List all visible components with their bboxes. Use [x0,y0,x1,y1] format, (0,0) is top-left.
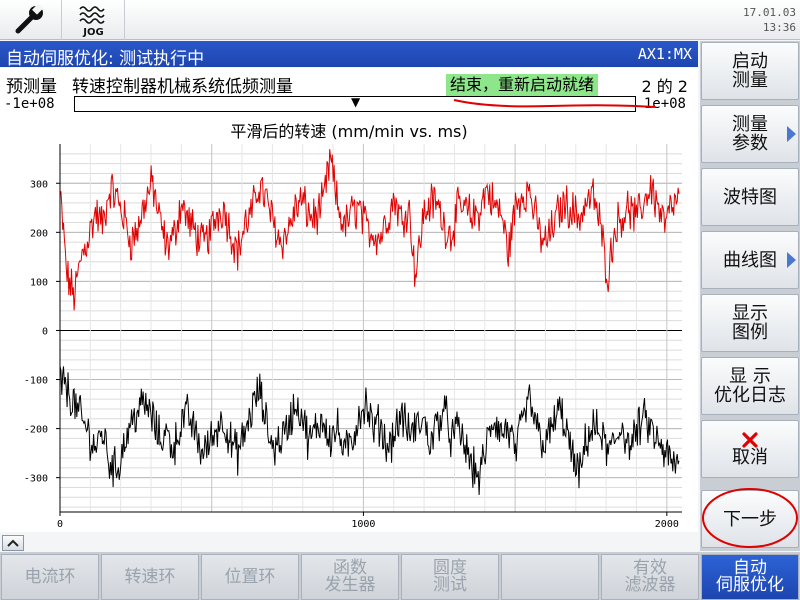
title-bar: 自动伺服优化: 测试执行中 AX1:MX [0,41,698,69]
submenu-arrow-icon [787,252,796,268]
horizontal-softkey-bar: 电流环 转速环 位置环 函数 发生器 圆度 测试 有效 滤波器 自动 伺服优化 [0,552,800,600]
curve-chart-label: 曲线图 [723,249,777,271]
bode-plot-button[interactable]: 波特图 [701,168,799,226]
y-tick-label: 100 [30,277,48,288]
jog-mode-indicator: JOG [63,0,125,40]
jog-wave-icon [78,6,105,24]
show-log-label: 显 示 优化日志 [714,366,786,406]
active-filter-button[interactable]: 有效 滤波器 [601,554,699,600]
axis-label: AX1:MX [637,45,692,63]
measurement-info: 预测量 转速控制器机械系统低频测量 结束，重新启动就绪 2 的 2 -1e+08… [0,68,698,118]
curve-chart-button[interactable]: 曲线图 [701,231,799,289]
x-tick-label: 0 [57,519,63,530]
position-loop-button[interactable]: 位置环 [201,554,299,600]
circularity-test-label: 圆度 测试 [433,558,467,595]
x-tick-label: 2000 [655,519,679,530]
chevron-up-icon [7,539,19,547]
circularity-test-button[interactable]: 圆度 测试 [401,554,499,600]
measurement-params-button[interactable]: 测量 参数 [701,105,799,163]
jog-label: JOG [83,27,104,38]
position-loop-label: 位置环 [224,566,276,587]
cancel-button[interactable]: 取消 [701,420,799,478]
range-bar: ▼ [74,95,636,112]
function-generator-button[interactable]: 函数 发生器 [301,554,399,600]
range-min-label: -1e+08 [4,96,55,112]
scroll-up-button[interactable] [2,535,24,551]
y-tick-label: -100 [24,376,48,387]
y-tick-label: 300 [30,179,48,190]
speed-chart: 3002001000-100-200-3000 1000 2000 [24,144,682,530]
auto-servo-tuning-button[interactable]: 自动 伺服优化 [701,554,799,600]
submenu-arrow-icon [787,126,796,142]
current-loop-button[interactable]: 电流环 [1,554,99,600]
top-bar: JOG 17.01.03 13:36 [0,0,800,40]
chart-area: 平滑后的转速 (mm/min vs. ms) 300 200 100 0 -100 -20… [0,118,698,532]
show-log-button[interactable]: 显 示 优化日志 [701,357,799,415]
y-tick-label: 0 [42,326,48,337]
range-marker-icon: ▼ [351,95,361,109]
y-tick-label: -300 [24,474,48,485]
measurement-params-label: 测量 参数 [732,114,768,154]
next-step-label: 下一步 [723,508,777,530]
wrench-icon[interactable] [0,0,62,40]
function-generator-label: 函数 发生器 [324,558,376,595]
status-badge: 结束，重新启动就绪 [446,74,599,96]
series-line-black [59,365,680,496]
vertical-softkey-bar: 启动 测量 测量 参数 波特图 曲线图 显示 图例 显 示 优化日志 取消 下一… [700,41,800,551]
range-max-label: 1e+08 [643,96,686,112]
measurement-name: 转速控制器机械系统低频测量 [72,77,293,97]
measurement-prefix: 预测量 [6,77,57,97]
start-measurement-label: 启动 测量 [732,51,768,91]
close-icon [742,431,758,448]
app-window: JOG 17.01.03 13:36 自动伺服优化: 测试执行中 AX1:MX … [0,0,800,600]
date-display: 17.01.03 [743,6,796,19]
page-title: 自动伺服优化: 测试执行中 [6,49,205,69]
x-tick-label: 1000 [351,519,375,530]
chart-title: 平滑后的转速 (mm/min vs. ms) [230,122,468,141]
speed-loop-button[interactable]: 转速环 [101,554,199,600]
show-legend-label: 显示 图例 [732,303,768,343]
show-legend-button[interactable]: 显示 图例 [701,294,799,352]
next-step-button[interactable]: 下一步 [701,490,799,548]
cancel-label: 取消 [732,446,768,468]
current-loop-label: 电流环 [24,566,76,587]
bode-plot-label: 波特图 [723,186,777,208]
blank-softkey[interactable] [501,554,599,600]
step-counter: 2 的 2 [641,77,688,96]
auto-servo-tuning-label: 自动 伺服优化 [716,558,784,595]
start-measurement-button[interactable]: 启动 测量 [701,42,799,100]
y-tick-label: 200 [30,228,48,239]
y-tick-label: -200 [24,425,48,436]
time-display: 13:36 [762,21,796,34]
speed-loop-label: 转速环 [124,566,176,587]
active-filter-label: 有效 滤波器 [624,558,676,595]
